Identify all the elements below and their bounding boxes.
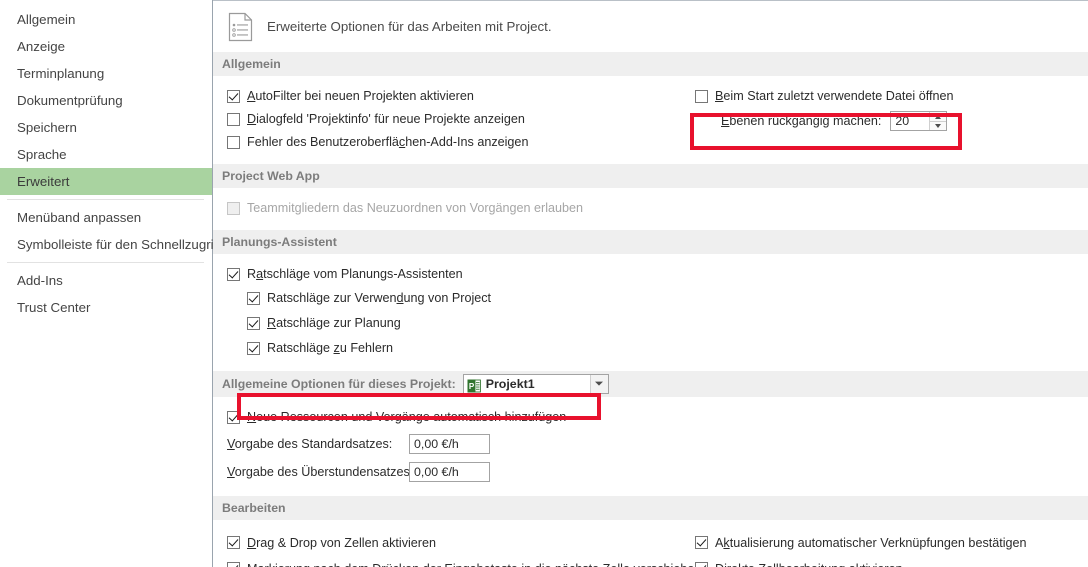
checkbox-open-last-file[interactable]	[695, 89, 708, 103]
field-ueberstundensatz: Vorgabe des Überstundensatzes: 0,00 €/h	[213, 458, 1088, 485]
group-projekt-optionen: Neue Ressourcen und Vorgänge automatisch…	[213, 397, 1088, 496]
svg-text:P: P	[469, 382, 475, 391]
checkbox-inline-cell-edit[interactable]	[695, 562, 708, 567]
option-ratschlaege-fehler[interactable]: Ratschläge zu Fehlern	[213, 336, 1088, 360]
standardsatz-input[interactable]: 0,00 €/h	[409, 433, 490, 454]
option-ratschlaege-planung[interactable]: Ratschläge zur Planung	[213, 311, 1088, 335]
checkbox-enter-move-selection[interactable]	[227, 562, 240, 567]
option-inline-cell-edit[interactable]: Direkte Zellbearbeitung aktivieren	[695, 556, 1027, 567]
section-header-projekt-optionen-label: Allgemeine Optionen für dieses Projekt:	[222, 377, 456, 391]
option-drag-drop-label: Drag & Drop von Zellen aktivieren	[247, 535, 437, 550]
sidebar-divider-1	[7, 199, 204, 200]
sidebar-item-trust-center[interactable]: Trust Center	[0, 294, 212, 321]
section-header-project-web-app: Project Web App	[213, 164, 1088, 188]
undo-levels-label: Ebenen rückgängig machen:	[721, 114, 882, 128]
checkbox-projektinfo-dialog[interactable]	[227, 112, 240, 126]
field-undo-levels: Ebenen rückgängig machen: 20	[695, 108, 953, 134]
chevron-down-icon[interactable]	[589, 375, 608, 393]
group-project-web-app: Teammitgliedern das Neuzuordnen von Vorg…	[213, 188, 1088, 230]
sidebar-item-schnellzugriff[interactable]: Symbolleiste für den Schnellzugriff	[0, 231, 221, 258]
option-open-last-file[interactable]: Beim Start zuletzt verwendete Datei öffn…	[695, 85, 953, 107]
option-confirm-auto-links-label: Aktualisierung automatischer Verknüpfung…	[715, 535, 1027, 550]
section-header-projekt-optionen: Allgemeine Optionen für dieses Projekt: …	[213, 371, 1088, 397]
checkbox-auto-add-resources[interactable]	[227, 410, 240, 424]
checkbox-addin-fehler[interactable]	[227, 135, 240, 149]
checkbox-drag-drop[interactable]	[227, 536, 240, 549]
section-header-planungs-assistent: Planungs-Assistent	[213, 230, 1088, 254]
option-addin-fehler[interactable]: Fehler des Benutzeroberflächen-Add-Ins a…	[227, 131, 688, 153]
group-bearbeiten: Drag & Drop von Zellen aktivieren Markie…	[213, 520, 1088, 567]
sidebar-item-terminplanung[interactable]: Terminplanung	[0, 60, 212, 87]
section-header-allgemein: Allgemein	[213, 52, 1088, 76]
sidebar-item-dokumentpruefung[interactable]: Dokumentprüfung	[0, 87, 212, 114]
option-teammitglieder-neuzuordnen-label: Teammitgliedern das Neuzuordnen von Vorg…	[247, 201, 584, 215]
option-confirm-auto-links[interactable]: Aktualisierung automatischer Verknüpfung…	[695, 530, 1027, 555]
standardsatz-label: Vorgabe des Standardsatzes:	[227, 436, 393, 451]
checkbox-teammitglieder-neuzuordnen	[227, 201, 240, 215]
projekt-selector-value: Projekt1	[485, 377, 535, 391]
group-allgemein: AutoFilter bei neuen Projekten aktiviere…	[213, 76, 1088, 164]
options-dialog: Allgemein Anzeige Terminplanung Dokument…	[0, 0, 1088, 567]
option-ratschlaege-verwendung[interactable]: Ratschläge zur Verwendung von Project	[213, 286, 1088, 310]
option-auto-add-resources-label: Neue Ressourcen und Vorgänge automatisch…	[247, 410, 567, 424]
sidebar-item-allgemein[interactable]: Allgemein	[0, 6, 212, 33]
spinner-down-icon[interactable]	[930, 121, 947, 130]
ueberstundensatz-input[interactable]: 0,00 €/h	[409, 461, 490, 482]
option-projektinfo-dialog-label: Dialogfeld 'Projektinfo' für neue Projek…	[247, 112, 525, 126]
checkbox-ratschlaege-verwendung[interactable]	[247, 291, 260, 305]
sidebar-item-anzeige[interactable]: Anzeige	[0, 33, 212, 60]
checkbox-ratschlaege-planung[interactable]	[247, 316, 260, 330]
projekt-selector-combobox[interactable]: P Projekt1	[462, 374, 609, 394]
option-enter-move-selection-label: Markierung nach dem Drücken der Eingabet…	[247, 562, 701, 567]
checkbox-autofilter[interactable]	[227, 89, 240, 103]
option-autofilter[interactable]: AutoFilter bei neuen Projekten aktiviere…	[227, 85, 688, 107]
option-auto-add-resources[interactable]: Neue Ressourcen und Vorgänge automatisch…	[213, 405, 1088, 429]
option-projektinfo-dialog[interactable]: Dialogfeld 'Projektinfo' für neue Projek…	[227, 108, 688, 130]
option-inline-cell-edit-label: Direkte Zellbearbeitung aktivieren	[715, 562, 903, 567]
option-enter-move-selection[interactable]: Markierung nach dem Drücken der Eingabet…	[227, 556, 701, 567]
checkbox-ratschlaege-assistent[interactable]	[227, 267, 240, 281]
option-ratschlaege-planung-label: Ratschläge zur Planung	[267, 316, 401, 330]
sidebar-item-erweitert[interactable]: Erweitert	[0, 168, 212, 195]
option-addin-fehler-label: Fehler des Benutzeroberflächen-Add-Ins a…	[247, 135, 529, 149]
undo-levels-value[interactable]: 20	[891, 112, 929, 130]
option-ratschlaege-fehler-label: Ratschläge zu Fehlern	[267, 341, 394, 355]
option-autofilter-label: AutoFilter bei neuen Projekten aktiviere…	[247, 89, 474, 103]
options-panel: Erweiterte Optionen für das Arbeiten mit…	[213, 0, 1088, 567]
checkbox-ratschlaege-fehler[interactable]	[247, 341, 260, 355]
option-open-last-file-label: Beim Start zuletzt verwendete Datei öffn…	[715, 89, 954, 103]
option-ratschlaege-assistent[interactable]: Ratschläge vom Planungs-Assistenten	[213, 263, 1088, 285]
spinner-up-icon[interactable]	[930, 112, 946, 121]
sidebar-item-menueband-anpassen[interactable]: Menüband anpassen	[0, 204, 212, 231]
ueberstundensatz-label: Vorgabe des Überstundensatzes:	[227, 464, 414, 479]
group-planungs-assistent: Ratschläge vom Planungs-Assistenten Rats…	[213, 254, 1088, 371]
panel-header: Erweiterte Optionen für das Arbeiten mit…	[213, 1, 1088, 52]
option-drag-drop[interactable]: Drag & Drop von Zellen aktivieren	[227, 530, 688, 555]
option-ratschlaege-verwendung-label: Ratschläge zur Verwendung von Project	[267, 291, 492, 305]
option-ratschlaege-assistent-label: Ratschläge vom Planungs-Assistenten	[247, 267, 463, 281]
checkbox-confirm-auto-links[interactable]	[695, 536, 708, 549]
sidebar-item-speichern[interactable]: Speichern	[0, 114, 212, 141]
undo-levels-spin-buttons[interactable]	[929, 112, 947, 130]
field-standardsatz: Vorgabe des Standardsatzes: 0,00 €/h	[213, 430, 1088, 457]
sidebar-divider-2	[7, 262, 204, 263]
document-options-icon	[227, 12, 254, 42]
option-teammitglieder-neuzuordnen: Teammitgliedern das Neuzuordnen von Vorg…	[213, 197, 1088, 219]
section-header-bearbeiten: Bearbeiten	[213, 496, 1088, 520]
sidebar-item-sprache[interactable]: Sprache	[0, 141, 212, 168]
project-file-icon: P	[467, 377, 481, 393]
undo-levels-stepper[interactable]: 20	[890, 111, 948, 131]
options-sidebar: Allgemein Anzeige Terminplanung Dokument…	[0, 0, 221, 567]
panel-header-title: Erweiterte Optionen für das Arbeiten mit…	[267, 19, 552, 34]
sidebar-item-add-ins[interactable]: Add-Ins	[0, 267, 212, 294]
